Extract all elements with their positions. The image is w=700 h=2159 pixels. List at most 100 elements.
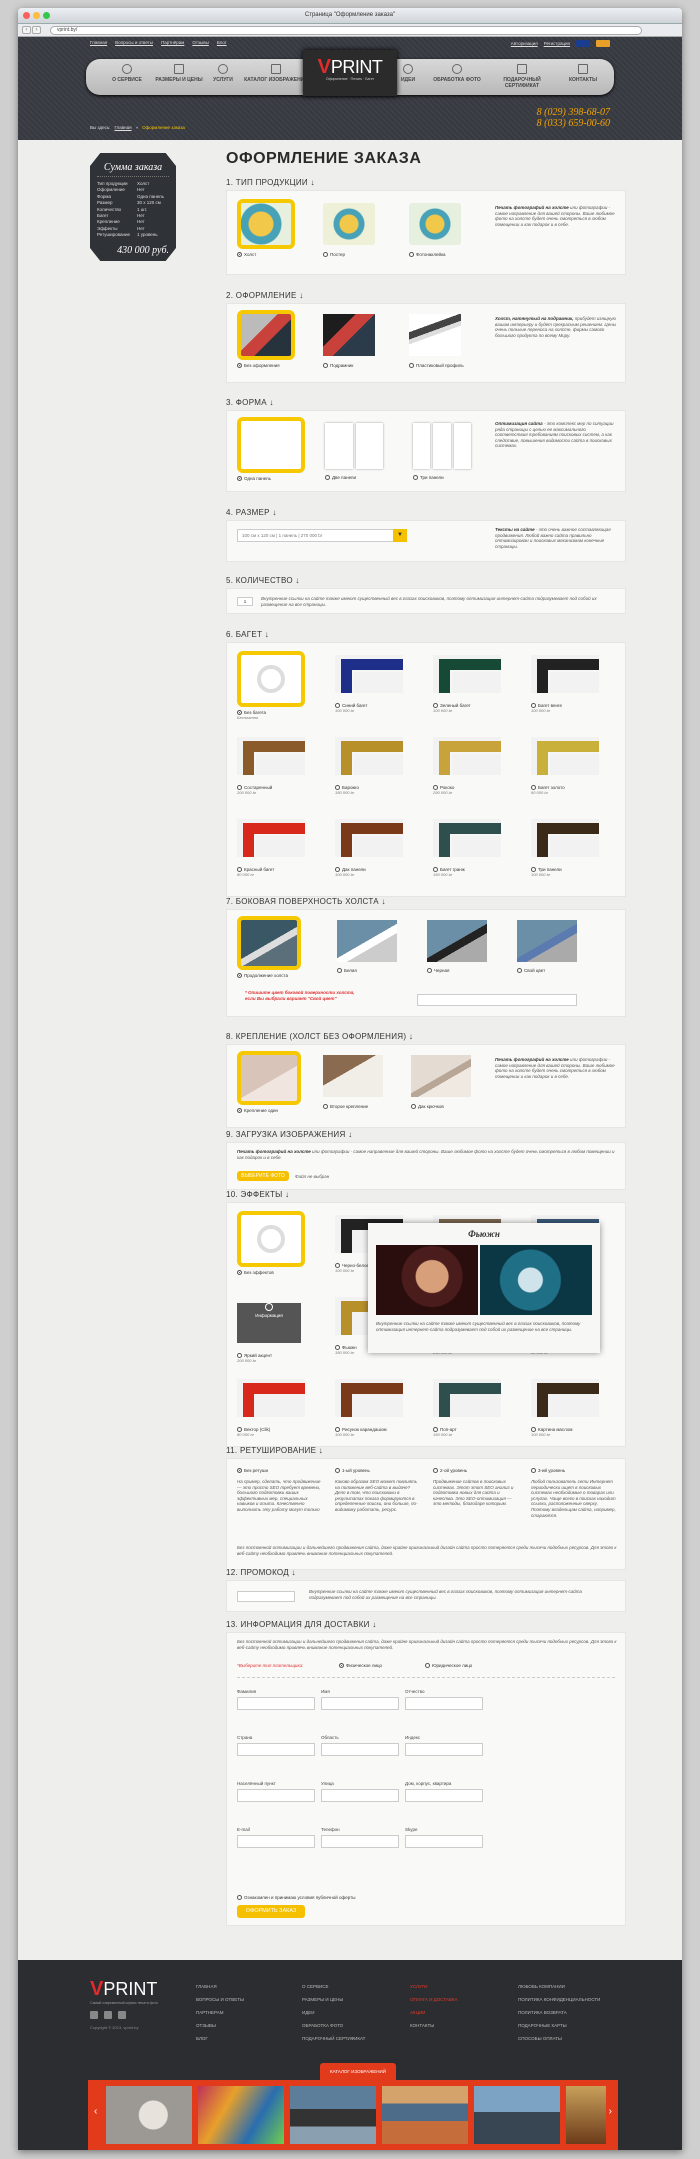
quantity-input[interactable]: 1 xyxy=(237,597,253,606)
arrow-right-icon[interactable]: › xyxy=(609,2106,612,2117)
option-two-panels[interactable]: Две панели xyxy=(325,423,383,480)
baguette-option[interactable]: Красный багет 80 000 br xyxy=(237,815,305,877)
choose-photo-button[interactable]: ВЫБЕРИТЕ ФОТО xyxy=(237,1171,289,1181)
gallery-image[interactable] xyxy=(290,2086,376,2144)
option-no-decoration[interactable]: Без оформления xyxy=(237,310,295,368)
effect-option[interactable]: Поп-арт 150 000 br xyxy=(433,1375,501,1437)
footer-logo[interactable]: VPRINT Самый современный сервис печати ф… xyxy=(90,1978,158,2030)
option-plastic-profile[interactable]: Пластиковый профиль xyxy=(409,314,464,368)
delivery-field[interactable]: Страна xyxy=(237,1735,315,1756)
option-mount-two[interactable]: Второе крепление xyxy=(323,1055,383,1109)
retouch-option[interactable]: 3-ий уровень Любой пользователь сети Инте… xyxy=(531,1465,617,1518)
footer-link[interactable]: ОБРАБОТКА ФОТО xyxy=(302,2019,372,2032)
nav-item[interactable]: КОНТАКТЫ xyxy=(552,64,614,83)
baguette-option[interactable]: Состаренный 200 000 br xyxy=(237,733,305,795)
footer-link[interactable]: ПОДАРОЧНЫЙ СЕРТИФИКАТ xyxy=(302,2032,372,2045)
effect-option[interactable]: Информация Яркий акцент 200 000 br xyxy=(237,1293,301,1363)
baguette-option[interactable]: Зеленый багет 100 000 br xyxy=(433,651,501,713)
login-link[interactable]: Авторизация xyxy=(511,41,538,46)
forward-icon[interactable]: › xyxy=(32,26,41,34)
delivery-field[interactable]: Телефон xyxy=(321,1827,399,1848)
footer-link[interactable]: ПАРТНЕРАМ xyxy=(196,2006,266,2019)
agree-checkbox[interactable]: Ознакомлен и принимаю условия публичной … xyxy=(237,1895,355,1900)
facebook-icon[interactable] xyxy=(104,2011,112,2019)
option-one-panel[interactable]: Одна панель xyxy=(237,417,305,481)
footer-link[interactable]: ВОПРОСЫ И ОТВЕТЫ xyxy=(196,1993,266,2006)
baguette-option[interactable]: Барокко 180 000 br xyxy=(335,733,403,795)
payer-person[interactable]: Физическое лицо xyxy=(339,1663,382,1668)
odnoklassniki-icon[interactable] xyxy=(118,2011,126,2019)
effect-option[interactable]: Вектор (Clik) 80 000 br xyxy=(237,1375,305,1437)
delivery-field[interactable]: E-mail xyxy=(237,1827,315,1848)
baguette-option[interactable]: Дак панели 100 000 br xyxy=(335,815,403,877)
submit-order-button[interactable]: ОФОРМИТЬ ЗАКАЗ xyxy=(237,1905,305,1918)
delivery-field[interactable]: Фамилия xyxy=(237,1689,315,1710)
top-link[interactable]: Партнёрам xyxy=(161,40,184,45)
register-link[interactable]: Регистрация xyxy=(544,41,570,46)
gallery-image[interactable] xyxy=(106,2086,192,2144)
option-canvas[interactable]: Холст xyxy=(237,199,295,257)
option-mount-hooks[interactable]: Дак крючков xyxy=(411,1055,471,1109)
effect-option[interactable]: Рисунок карандашом 100 000 br xyxy=(335,1375,403,1437)
nav-item[interactable]: ОБРАБОТКА ФОТО xyxy=(426,64,488,83)
footer-link[interactable]: О СЕРВИСЕ xyxy=(302,1980,372,1993)
logo[interactable]: VPRINT Оформление · Печать · Багет xyxy=(303,50,397,96)
delivery-field[interactable]: Дом, корпус, квартира xyxy=(405,1781,483,1802)
footer-link[interactable]: ЛЮБОВЬ КОМПАНИИ xyxy=(518,1980,618,1993)
option-side-black[interactable]: Черная xyxy=(427,920,487,973)
effect-option[interactable]: Без эффектов xyxy=(237,1211,305,1275)
top-link[interactable]: Главная xyxy=(90,40,107,45)
footer-link[interactable]: ОПЛАТА И ДОСТАВКА xyxy=(410,1993,480,2006)
baguette-option[interactable]: Синий багет 100 000 br xyxy=(335,651,403,713)
vk-icon[interactable] xyxy=(90,2011,98,2019)
delivery-field[interactable]: Область xyxy=(321,1735,399,1756)
payer-company[interactable]: Юридическое лицо xyxy=(425,1663,472,1668)
option-mount-one[interactable]: Крепление один xyxy=(237,1051,301,1113)
delivery-field[interactable]: Индекс xyxy=(405,1735,483,1756)
footer-link[interactable]: КОНТАКТЫ xyxy=(410,2019,480,2032)
gallery-image[interactable] xyxy=(566,2086,606,2144)
footer-link[interactable]: АКЦИИ xyxy=(410,2006,480,2019)
baguette-option[interactable]: Без багета Бесплатно xyxy=(237,651,305,720)
baguette-option[interactable]: Багет золото 90 000 br xyxy=(531,733,599,795)
top-link[interactable]: Блог xyxy=(217,40,227,45)
option-stretcher[interactable]: Подрамник xyxy=(323,314,375,368)
nav-item[interactable]: КАТАЛОГ ИЗОБРАЖЕНИЙ xyxy=(240,64,312,83)
breadcrumb-home[interactable]: Главная xyxy=(114,125,131,130)
gallery-image[interactable] xyxy=(382,2086,468,2144)
delivery-field[interactable]: Skype xyxy=(405,1827,483,1848)
delivery-field[interactable]: Имя xyxy=(321,1689,399,1710)
baguette-option[interactable]: Багет гранж 150 000 br xyxy=(433,815,501,877)
delivery-field[interactable]: Улица xyxy=(321,1781,399,1802)
gallery-image[interactable] xyxy=(198,2086,284,2144)
arrow-left-icon[interactable]: ‹ xyxy=(94,2106,97,2117)
retouch-option[interactable]: 2-ой уровень Продвижение сайтов в поисков… xyxy=(433,1465,519,1507)
option-poster[interactable]: Постер xyxy=(323,203,375,257)
url-field[interactable]: vprint.by/ xyxy=(50,26,642,35)
footer-link[interactable]: ПОЛИТИКА КОНФИДЕНЦИАЛЬНОСТИ xyxy=(518,1993,618,2006)
option-side-white[interactable]: Белая xyxy=(337,920,397,973)
custom-color-input[interactable] xyxy=(417,994,577,1006)
footer-link[interactable]: БЛОГ xyxy=(196,2032,266,2045)
back-icon[interactable]: ‹ xyxy=(22,26,31,34)
chevron-down-icon[interactable]: ▼ xyxy=(393,529,407,542)
gallery-image[interactable] xyxy=(474,2086,560,2144)
delivery-field[interactable]: Населённый пункт xyxy=(237,1781,315,1802)
footer-link[interactable]: РАЗМЕРЫ И ЦЕНЫ xyxy=(302,1993,372,2006)
footer-link[interactable]: СПОСОБЫ ОПЛАТЫ xyxy=(518,2032,618,2045)
footer-link[interactable]: ПОЛИТИКА ВОЗВРАТА xyxy=(518,2006,618,2019)
effect-option[interactable]: Картина маслом 100 000 br xyxy=(531,1375,599,1437)
promocode-input[interactable] xyxy=(237,1591,295,1602)
baguette-option[interactable]: Багет венге 100 000 br xyxy=(531,651,599,713)
footer-link[interactable]: ГЛАВНАЯ xyxy=(196,1980,266,1993)
size-select[interactable]: 100 см х 120 см | 1 панель | 270 000 br … xyxy=(237,529,407,542)
delivery-field[interactable]: Отчество xyxy=(405,1689,483,1710)
nav-item[interactable]: ПОДАРОЧНЫЙ СЕРТИФИКАТ xyxy=(486,64,558,89)
footer-link[interactable]: ИДЕИ xyxy=(302,2006,372,2019)
footer-link[interactable]: ПОДАРОЧНЫЕ КАРТЫ xyxy=(518,2019,618,2032)
retouch-option[interactable]: 1-ый уровень Каково образом SEO может пов… xyxy=(335,1465,421,1513)
option-side-continue[interactable]: Продолжение холста xyxy=(237,916,301,978)
option-sticker[interactable]: Фотонаклейка xyxy=(409,203,461,257)
top-link[interactable]: Отзывы xyxy=(192,40,208,45)
footer-link[interactable]: ОТЗЫВЫ xyxy=(196,2019,266,2032)
